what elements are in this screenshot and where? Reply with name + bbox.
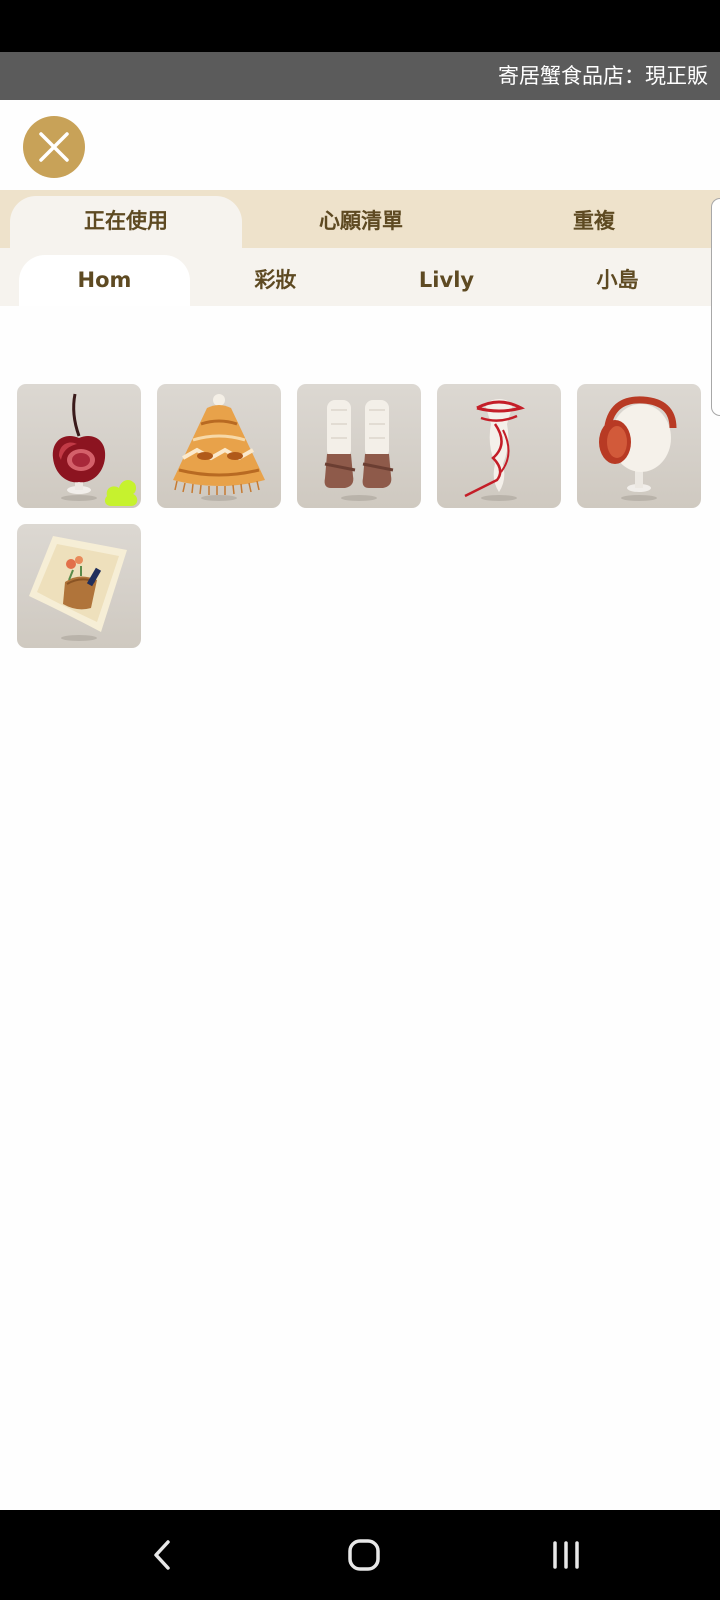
- close-button[interactable]: [23, 116, 85, 178]
- recents-icon: [553, 1541, 579, 1569]
- news-ticker: 寄居蟹食品店：現正販: [0, 52, 720, 100]
- earmuffs-icon: [599, 396, 677, 501]
- picnic-basket-poster-item[interactable]: [17, 524, 141, 648]
- side-panel-handle[interactable]: [711, 198, 720, 416]
- boots-icon: [324, 400, 394, 501]
- secondary-tab-bar: Hom 彩妝 Livly 小島: [0, 248, 720, 306]
- recents-button[interactable]: [506, 1510, 626, 1600]
- poncho-icon: [173, 394, 265, 501]
- home-button[interactable]: [304, 1510, 424, 1600]
- green-splat-badge-icon: [104, 480, 138, 506]
- tab-in-use[interactable]: 正在使用: [10, 196, 242, 248]
- back-button[interactable]: [102, 1510, 222, 1600]
- status-bar: [0, 0, 720, 52]
- leg-warmers-boots-item[interactable]: [297, 384, 421, 508]
- earmuffs-item[interactable]: [577, 384, 701, 508]
- poncho-item[interactable]: [157, 384, 281, 508]
- poster-icon: [29, 536, 127, 641]
- primary-tab-bar: 正在使用 心願清單 重複: [0, 190, 720, 248]
- back-icon: [154, 1540, 170, 1570]
- tab-island[interactable]: 小島: [532, 255, 703, 306]
- red-string-item[interactable]: [437, 384, 561, 508]
- tab-makeup[interactable]: 彩妝: [190, 255, 361, 306]
- tab-wishlist[interactable]: 心願清單: [245, 196, 477, 248]
- tab-hom[interactable]: Hom: [19, 255, 190, 306]
- close-icon: [39, 132, 69, 162]
- cherry-item[interactable]: [17, 384, 141, 508]
- system-nav-bar: [0, 1510, 720, 1600]
- home-icon: [348, 1539, 380, 1571]
- tab-duplicates[interactable]: 重複: [480, 196, 708, 248]
- tab-livly[interactable]: Livly: [361, 255, 532, 306]
- red-string-icon: [464, 399, 525, 501]
- ticker-text: 寄居蟹食品店：現正販: [498, 64, 708, 88]
